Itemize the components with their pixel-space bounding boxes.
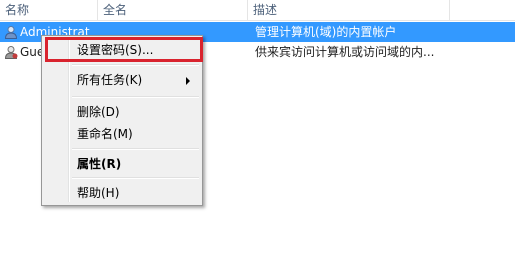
menu-item-properties[interactable]: 属性(R) (44, 153, 200, 175)
column-header-empty (450, 0, 515, 20)
menu-item-help[interactable]: 帮助(H) (44, 182, 200, 204)
menu-separator (72, 96, 199, 98)
menu-item-set-password[interactable]: 设置密码(S)... (44, 39, 200, 61)
menu-separator (72, 177, 199, 179)
column-header-description[interactable]: 描述 (248, 0, 450, 20)
menu-separator (72, 148, 199, 150)
column-header-name[interactable]: 名称 (0, 0, 98, 20)
menu-item-delete[interactable]: 删除(D) (44, 101, 200, 123)
menu-item-all-tasks-label: 所有任务(K) (77, 73, 143, 87)
submenu-arrow-icon (186, 77, 190, 85)
user-description: 供来宾访问计算机或访问域的内... (255, 45, 435, 59)
column-header-fullname[interactable]: 全名 (98, 0, 248, 20)
context-menu: 设置密码(S)... 所有任务(K) 删除(D) 重命名(M) 属性(R) 帮助… (41, 35, 203, 206)
menu-item-all-tasks[interactable]: 所有任务(K) (44, 69, 200, 91)
user-description: 管理计算机(域)的内置帐户 (255, 25, 397, 39)
guest-user-icon (4, 46, 18, 59)
menu-item-rename[interactable]: 重命名(M) (44, 123, 200, 145)
user-icon (4, 26, 18, 39)
menu-separator (72, 64, 199, 66)
column-header: 名称 全名 描述 (0, 0, 515, 21)
